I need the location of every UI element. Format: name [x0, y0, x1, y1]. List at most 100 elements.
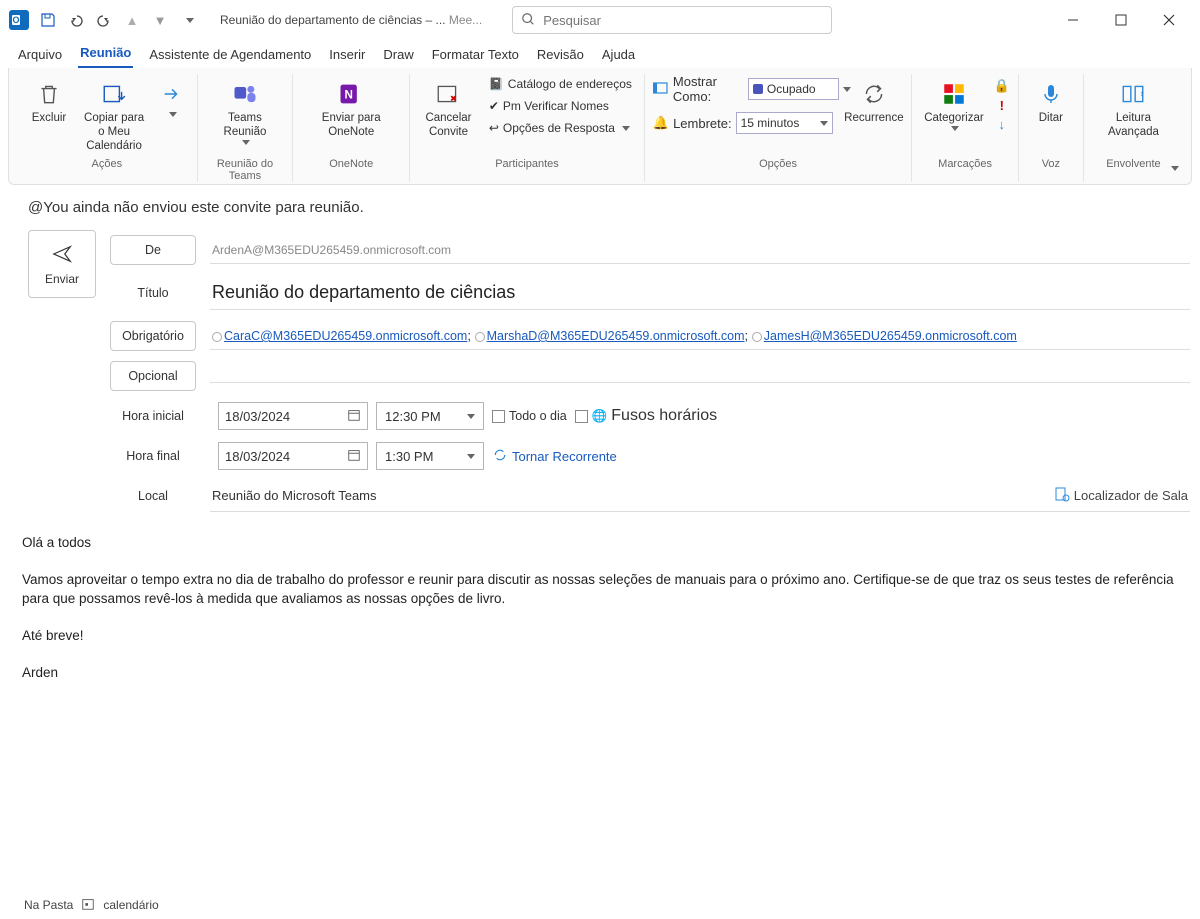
title-input[interactable]: Reunião do departamento de ciências [210, 276, 1190, 310]
optional-button[interactable]: Opcional [110, 361, 196, 391]
tab-reuniao[interactable]: Reunião [78, 41, 133, 68]
recipient[interactable]: JamesH@M365EDU265459.onmicrosoft.com [764, 329, 1017, 343]
tab-draw[interactable]: Draw [381, 43, 415, 68]
send-to-onenote-button[interactable]: N Enviar para OneNote [301, 74, 401, 144]
start-time-picker[interactable]: 12:30 PM [376, 402, 484, 430]
tab-assistente[interactable]: Assistente de Agendamento [147, 43, 313, 68]
check-names-icon: ✔ [489, 99, 499, 113]
calendar-x-icon [432, 78, 464, 110]
recipient[interactable]: MarshaD@M365EDU265459.onmicrosoft.com [487, 329, 745, 343]
group-marcacoes: Categorizar 🔒 ! ↓ Marcações [912, 74, 1019, 182]
tab-formatar[interactable]: Formatar Texto [430, 43, 521, 68]
group-label: Participantes [495, 158, 559, 170]
group-label: Reunião do Teams [206, 158, 285, 182]
maximize-button[interactable] [1098, 4, 1144, 36]
redo-icon[interactable] [92, 8, 116, 32]
tab-revisao[interactable]: Revisão [535, 43, 586, 68]
outlook-icon: O [8, 9, 30, 31]
forward-button[interactable] [155, 74, 188, 121]
recipient[interactable]: CaraC@M365EDU265459.onmicrosoft.com [224, 329, 467, 343]
collapse-ribbon-icon[interactable] [1163, 158, 1183, 178]
private-icon[interactable]: 🔒 [994, 78, 1010, 94]
start-date-picker[interactable]: 18/03/2024 [218, 402, 368, 430]
folder-label: Na Pasta [24, 898, 73, 912]
forward-arrow-icon [156, 78, 188, 110]
save-icon[interactable] [36, 8, 60, 32]
from-label: De [110, 235, 196, 265]
delete-button[interactable]: Excluir [25, 74, 73, 130]
search-icon [521, 12, 535, 29]
search-box[interactable] [512, 6, 832, 34]
meeting-form: Enviar De ArdenA@M365EDU265459.onmicroso… [0, 224, 1200, 516]
teams-meeting-button[interactable]: Teams Reunião [206, 74, 285, 149]
window-title: Reunião do departamento de ciências – ..… [220, 13, 482, 27]
optional-input[interactable] [210, 370, 1190, 383]
qat-more-icon[interactable] [176, 8, 200, 32]
svg-text:O: O [12, 15, 19, 25]
group-label: Ações [92, 158, 123, 170]
body-paragraph: Olá a todos [22, 534, 1178, 553]
recurrence-icon [858, 78, 890, 110]
calendar-icon [81, 897, 95, 914]
end-date-picker[interactable]: 18/03/2024 [218, 442, 368, 470]
group-label: Opções [759, 158, 797, 170]
tab-arquivo[interactable]: Arquivo [16, 43, 64, 68]
group-participantes: Cancelar Convite 📓Catálogo de endereços … [410, 74, 645, 182]
undo-icon[interactable] [64, 8, 88, 32]
allday-checkbox[interactable]: Todo o dia [492, 409, 567, 423]
calendar-icon [347, 448, 361, 465]
end-time-picker[interactable]: 1:30 PM [376, 442, 484, 470]
categorize-button[interactable]: Categorizar [920, 74, 987, 135]
svg-text:N: N [345, 89, 353, 102]
status-bar: Na Pasta calendário [0, 891, 1200, 919]
end-time-label: Hora final [110, 441, 196, 471]
message-body[interactable]: Olá a todos Vamos aproveitar o tempo ext… [0, 516, 1200, 718]
low-importance-icon[interactable]: ↓ [999, 117, 1006, 132]
group-voz: Ditar Voz [1019, 74, 1084, 182]
recurrence-button[interactable]: Recurrence [845, 74, 904, 130]
minimize-button[interactable] [1050, 4, 1096, 36]
group-label: Marcações [938, 158, 992, 170]
body-signature: Arden [22, 664, 1178, 683]
room-finder-button[interactable]: Localizador de Sala [1054, 486, 1188, 505]
immersive-reader-button[interactable]: Leitura Avançada [1092, 74, 1175, 144]
reminder-label: Lembrete: [673, 116, 732, 131]
timezone-toggle[interactable]: 🌐Fusos horários [575, 407, 717, 425]
start-time-label: Hora inicial [110, 401, 196, 431]
dictate-button[interactable]: Ditar [1027, 74, 1075, 130]
response-options-button[interactable]: ↩Opções de Resposta [485, 118, 636, 138]
down-arrow-icon[interactable]: ▼ [148, 8, 172, 32]
tab-inserir[interactable]: Inserir [327, 43, 367, 68]
location-input[interactable]: Reunião do Microsoft Teams Localizador d… [210, 480, 1190, 512]
teams-icon [229, 78, 261, 110]
ribbon: Excluir Copiar para o Meu Calendário Açõ… [8, 68, 1192, 185]
calendar-icon [347, 408, 361, 425]
send-icon [49, 243, 75, 268]
required-input[interactable]: CaraC@M365EDU265459.onmicrosoft.com; Mar… [210, 322, 1190, 350]
search-input[interactable] [543, 13, 823, 28]
titlebar: O ▲ ▼ Reunião do departamento de ciência… [0, 0, 1200, 40]
tab-ajuda[interactable]: Ajuda [600, 43, 637, 68]
cancel-invite-button[interactable]: Cancelar Convite [418, 74, 479, 144]
check-names-button[interactable]: ✔Pm Verificar Nomes [485, 96, 636, 116]
location-label: Local [110, 481, 196, 511]
from-value: ArdenA@M365EDU265459.onmicrosoft.com [210, 237, 1190, 264]
high-importance-icon[interactable]: ! [1000, 98, 1004, 113]
up-arrow-icon[interactable]: ▲ [120, 8, 144, 32]
close-button[interactable] [1146, 4, 1192, 36]
folder-name[interactable]: calendário [103, 898, 158, 912]
make-recurring-link[interactable]: Tornar Recorrente [492, 447, 617, 466]
copy-to-calendar-button[interactable]: Copiar para o Meu Calendário [79, 74, 149, 157]
group-label: Voz [1042, 158, 1060, 170]
required-button[interactable]: Obrigatório [110, 321, 196, 351]
send-button[interactable]: Enviar [28, 230, 96, 298]
group-teams: Teams Reunião Reunião do Teams [198, 74, 294, 182]
ribbon-tabs: Arquivo Reunião Assistente de Agendament… [0, 40, 1200, 68]
presence-icon [752, 332, 762, 342]
show-as-icon [653, 81, 669, 98]
recurrence-icon [492, 447, 508, 466]
reminder-combo[interactable]: 15 minutos [736, 112, 834, 134]
onenote-icon: N [335, 78, 367, 110]
address-book-button[interactable]: 📓Catálogo de endereços [485, 74, 636, 94]
show-as-combo[interactable]: Ocupado [748, 78, 839, 100]
